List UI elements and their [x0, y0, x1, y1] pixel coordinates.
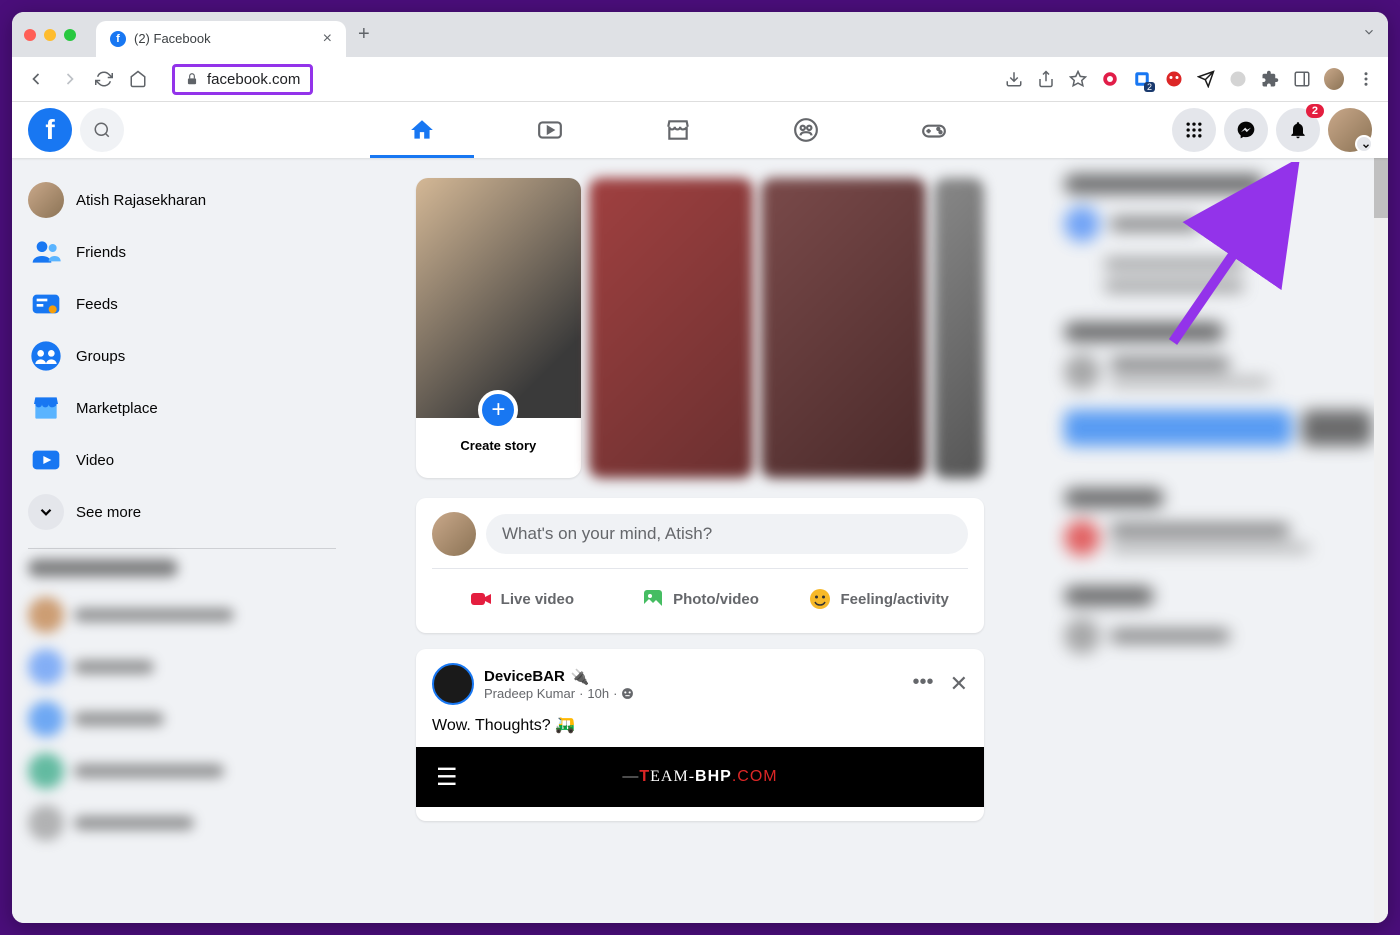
post-text: Wow. Thoughts? 🛺 — [432, 715, 968, 735]
search-button[interactable] — [80, 108, 124, 152]
window-controls — [24, 29, 76, 41]
url-text: facebook.com — [207, 71, 300, 88]
home-button[interactable] — [126, 67, 150, 91]
nav-video[interactable] — [490, 102, 610, 158]
composer-input[interactable]: What's on your mind, Atish? — [486, 514, 968, 554]
scrollbar-thumb[interactable] — [1374, 158, 1388, 218]
reload-button[interactable] — [92, 67, 116, 91]
sidebar-label: Marketplace — [76, 400, 158, 417]
live-video-button[interactable]: Live video — [432, 579, 611, 619]
lock-icon — [185, 72, 199, 86]
marketplace-icon — [28, 390, 64, 426]
profile-avatar-icon — [28, 182, 64, 218]
composer-avatar[interactable] — [432, 512, 476, 556]
nav-groups[interactable] — [746, 102, 866, 158]
photo-video-button[interactable]: Photo/video — [611, 579, 790, 619]
feeds-icon — [28, 286, 64, 322]
sidebar-label: Groups — [76, 348, 125, 365]
nav-marketplace[interactable] — [618, 102, 738, 158]
facebook-header: f — [12, 102, 1388, 158]
menu-button[interactable] — [1172, 108, 1216, 152]
right-sidebar — [1048, 158, 1388, 923]
feeling-button[interactable]: Feeling/activity — [789, 579, 968, 619]
post-close-button[interactable]: ✕ — [950, 671, 968, 697]
add-story-icon: + — [478, 390, 518, 430]
groups-icon — [28, 338, 64, 374]
chrome-menu-button[interactable] — [1356, 69, 1376, 89]
scrollbar[interactable] — [1374, 158, 1388, 923]
sidebar-label: Video — [76, 452, 114, 469]
tab-list-dropdown[interactable] — [1362, 25, 1376, 44]
extensions-menu-icon[interactable] — [1260, 69, 1280, 89]
sidebar-item-groups[interactable]: Groups — [20, 330, 344, 382]
extension-icon[interactable]: 2 — [1132, 69, 1152, 89]
browser-tab-strip: f (2) Facebook × + — [12, 12, 1388, 57]
back-button[interactable] — [24, 67, 48, 91]
nav-gaming[interactable] — [874, 102, 994, 158]
sidebar-profile[interactable]: Atish Rajasekharan — [20, 174, 344, 226]
tab-title: (2) Facebook — [134, 31, 211, 46]
tab-favicon: f — [110, 31, 126, 47]
nav-home[interactable] — [362, 102, 482, 158]
close-window-button[interactable] — [24, 29, 36, 41]
new-tab-button[interactable]: + — [358, 23, 370, 46]
extension-icon[interactable] — [1100, 69, 1120, 89]
sidebar-label: Friends — [76, 244, 126, 261]
download-icon[interactable] — [1004, 69, 1024, 89]
account-avatar[interactable] — [1328, 108, 1372, 152]
facebook-logo[interactable]: f — [28, 108, 72, 152]
extension-icon[interactable] — [1164, 69, 1184, 89]
browser-tab[interactable]: f (2) Facebook × — [96, 21, 346, 57]
story-card[interactable] — [934, 178, 984, 478]
story-image — [416, 178, 581, 418]
sidepanel-icon[interactable] — [1292, 69, 1312, 89]
sidebar-item-seemore[interactable]: See more — [20, 486, 344, 538]
address-bar[interactable]: facebook.com — [160, 58, 994, 101]
video-icon — [28, 442, 64, 478]
sidebar-item-feeds[interactable]: Feeds — [20, 278, 344, 330]
notification-badge: 2 — [1306, 104, 1324, 118]
post-timestamp[interactable]: 10h — [587, 686, 609, 701]
action-label: Photo/video — [673, 591, 759, 608]
sidebar-item-video[interactable]: Video — [20, 434, 344, 486]
story-card[interactable] — [761, 178, 926, 478]
post-author[interactable]: Pradeep Kumar — [484, 686, 575, 701]
profile-name: Atish Rajasekharan — [76, 192, 206, 209]
post-menu-button[interactable]: ••• — [913, 671, 934, 697]
friends-icon — [28, 234, 64, 270]
maximize-window-button[interactable] — [64, 29, 76, 41]
left-sidebar: Atish Rajasekharan Friends Feeds Groups … — [12, 158, 352, 923]
news-feed: + Create story What's on your mind, Atis… — [400, 158, 1000, 923]
sidebar-item-marketplace[interactable]: Marketplace — [20, 382, 344, 434]
notifications-button[interactable]: 2 — [1276, 108, 1320, 152]
sidebar-label: Feeds — [76, 296, 118, 313]
stories-tray: + Create story — [416, 178, 984, 478]
post-image[interactable]: ☰ —TEAM-BHP.COM — [416, 747, 984, 807]
bookmark-icon[interactable] — [1068, 69, 1088, 89]
sidebar-label: See more — [76, 504, 141, 521]
action-label: Feeling/activity — [840, 591, 948, 608]
post-page-name[interactable]: DeviceBAR 🔌 — [484, 668, 634, 686]
create-story-card[interactable]: + Create story — [416, 178, 581, 478]
post-composer: What's on your mind, Atish? Live video P… — [416, 498, 984, 633]
tab-close-button[interactable]: × — [323, 30, 332, 48]
extension-icon[interactable] — [1196, 69, 1216, 89]
browser-toolbar: facebook.com 2 — [12, 57, 1388, 102]
privacy-icon — [621, 687, 634, 700]
forward-button[interactable] — [58, 67, 82, 91]
messenger-button[interactable] — [1224, 108, 1268, 152]
sidebar-item-friends[interactable]: Friends — [20, 226, 344, 278]
minimize-window-button[interactable] — [44, 29, 56, 41]
post-avatar[interactable] — [432, 663, 474, 705]
action-label: Live video — [501, 591, 574, 608]
story-card[interactable] — [589, 178, 754, 478]
extension-icon[interactable] — [1228, 69, 1248, 89]
profile-avatar-icon[interactable] — [1324, 69, 1344, 89]
feed-post: DeviceBAR 🔌 Pradeep Kumar · 10h · ••• — [416, 649, 984, 821]
share-icon[interactable] — [1036, 69, 1056, 89]
chevron-down-icon — [28, 494, 64, 530]
plug-icon: 🔌 — [571, 668, 590, 686]
